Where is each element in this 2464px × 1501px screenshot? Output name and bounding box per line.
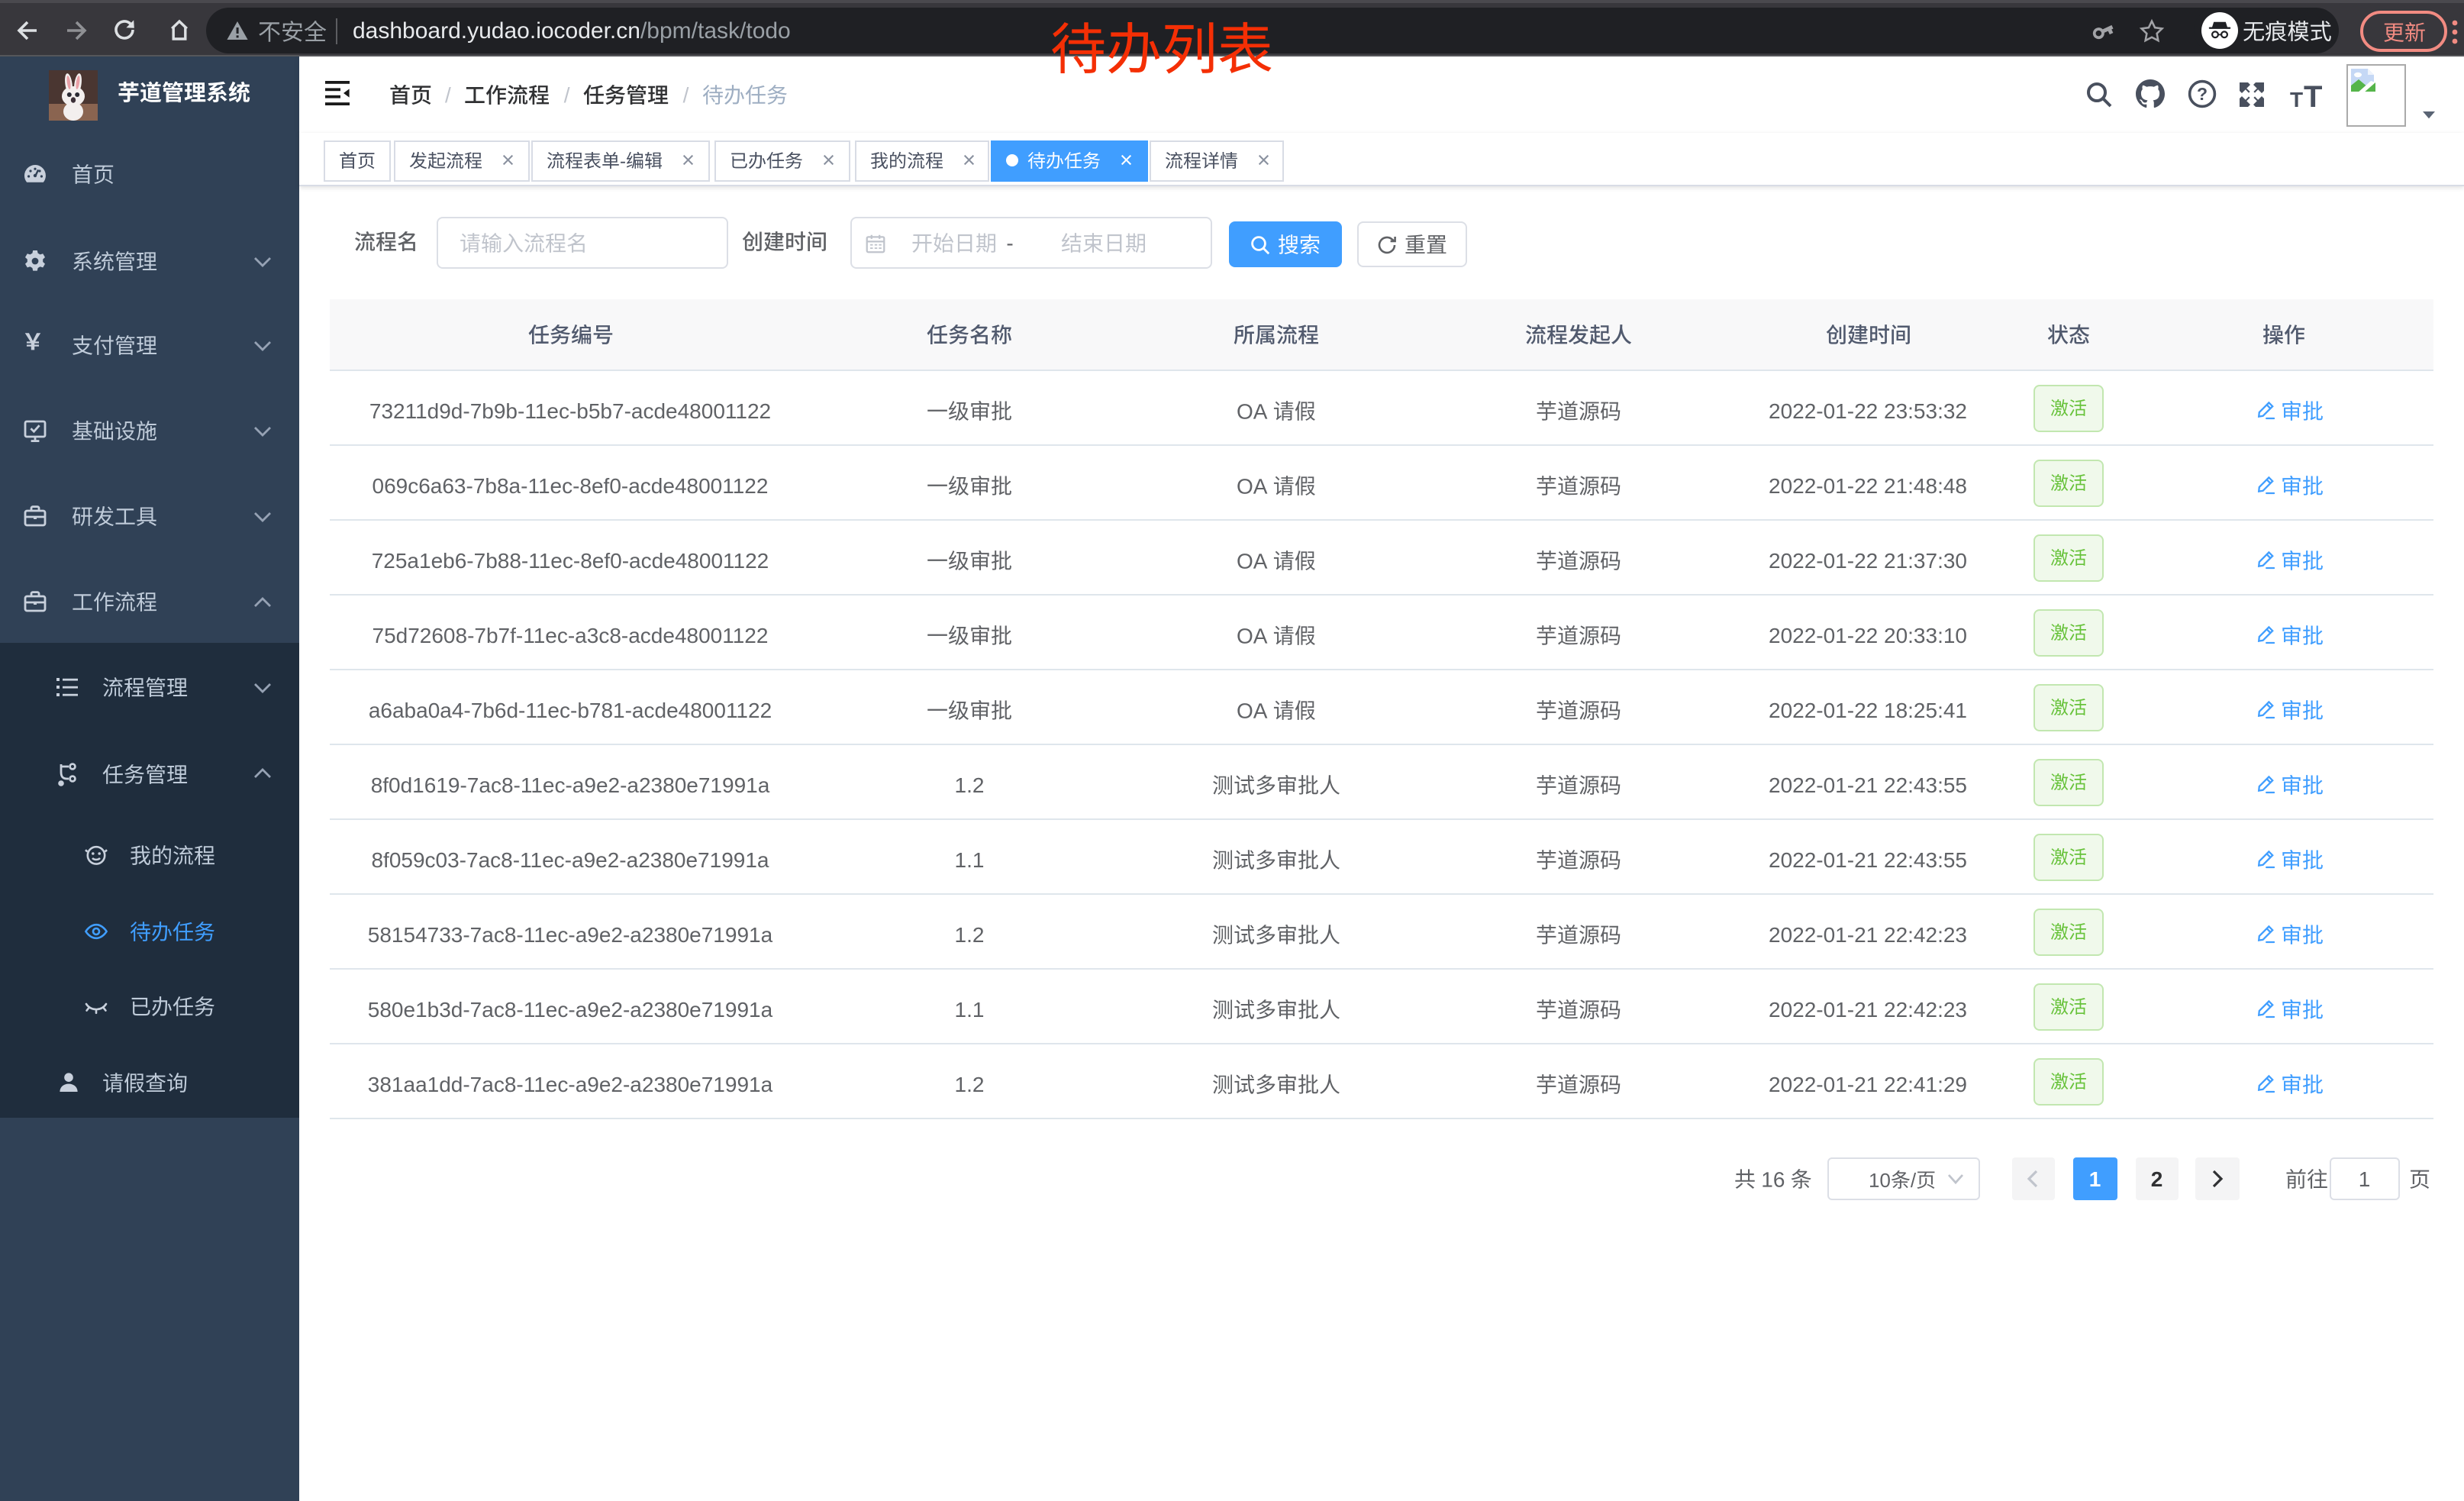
svg-text:T: T [2304,81,2322,108]
svg-text:T: T [2290,88,2303,108]
svg-text:?: ? [2197,84,2208,104]
